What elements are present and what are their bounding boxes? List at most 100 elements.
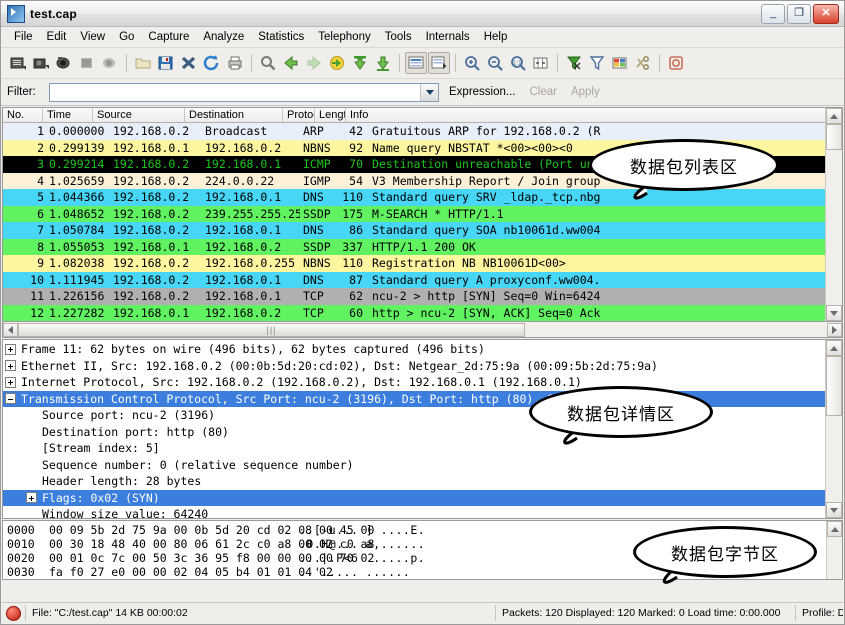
packet-list-vertical-scrollbar[interactable]	[825, 108, 842, 321]
table-row[interactable]: 8 1.055053 192.168.0.1 192.168.0.2 SSDP 337 HT…	[3, 238, 842, 255]
display-filter-icon[interactable]	[586, 52, 608, 74]
go-first-packet-icon[interactable]	[349, 52, 371, 74]
detail-tree-item[interactable]: Destination port: http (80)	[3, 424, 842, 441]
menu-edit[interactable]: Edit	[40, 29, 74, 45]
minimize-button[interactable]: _	[761, 3, 785, 24]
scrollbar-thumb[interactable]	[826, 124, 842, 150]
detail-tree-item[interactable]: Window size value: 64240	[3, 506, 842, 518]
capture-options-icon[interactable]	[30, 52, 52, 74]
help-icon[interactable]	[665, 52, 687, 74]
go-last-packet-icon[interactable]	[372, 52, 394, 74]
hex-dump-row[interactable]: 0020 00 01 0c 7c 00 50 3c 36 95 f8 00 00 …	[3, 551, 842, 565]
coloring-rules-icon[interactable]	[609, 52, 631, 74]
scroll-down-icon[interactable]	[826, 305, 842, 321]
filter-input[interactable]	[50, 83, 420, 101]
menu-tools[interactable]: Tools	[378, 29, 419, 45]
maximize-button[interactable]: ❐	[787, 3, 811, 24]
restart-capture-icon[interactable]	[99, 52, 121, 74]
zoom-in-icon[interactable]	[461, 52, 483, 74]
scroll-down-icon[interactable]	[826, 502, 842, 518]
packet-list-pane[interactable]: No. Time Source Destination Protocol Len…	[2, 107, 843, 322]
scroll-up-icon[interactable]	[826, 108, 842, 124]
scrollbar-track[interactable]	[826, 124, 842, 305]
menu-go[interactable]: Go	[112, 29, 141, 45]
expand-icon[interactable]	[26, 492, 37, 504]
column-header-protocol[interactable]: Protocol	[283, 108, 315, 122]
packet-list-horizontal-scrollbar[interactable]: |||	[2, 322, 843, 338]
detail-tree-item[interactable]: Source port: ncu-2 (3196)	[3, 407, 842, 424]
hex-dump-row[interactable]: 0010 00 30 18 48 40 00 80 06 61 2c c0 a8 …	[3, 537, 842, 551]
column-header-time[interactable]: Time	[43, 108, 93, 122]
packet-details-pane[interactable]: Frame 11: 62 bytes on wire (496 bits), 6…	[2, 339, 843, 519]
resize-columns-icon[interactable]	[530, 52, 552, 74]
capture-filter-icon[interactable]	[563, 52, 585, 74]
scroll-right-icon[interactable]	[827, 322, 842, 337]
table-row[interactable]: 7 1.050784 192.168.0.2 192.168.0.1 DNS 86 Stan…	[3, 222, 842, 239]
table-row[interactable]: 12 1.227282 192.168.0.1 192.168.0.2 TCP 60 htt…	[3, 304, 842, 321]
table-row[interactable]: 2 0.299139 192.168.0.1 192.168.0.2 NBNS 92 Nam…	[3, 139, 842, 156]
hex-dump-row[interactable]: 0030 fa f0 27 e0 00 00 02 04 05 b4 01 01 …	[3, 565, 842, 579]
packet-bytes-vertical-scrollbar[interactable]	[826, 521, 842, 579]
menu-statistics[interactable]: Statistics	[251, 29, 311, 45]
detail-tree-item[interactable]: Header length: 28 bytes	[3, 473, 842, 490]
scroll-left-icon[interactable]	[3, 322, 18, 337]
menu-view[interactable]: View	[73, 29, 112, 45]
table-row[interactable]: 1 0.000000 192.168.0.2 Broadcast ARP 42 Gratui…	[3, 123, 842, 140]
zoom-normal-icon[interactable]: 1:1	[507, 52, 529, 74]
detail-tree-item[interactable]: [Stream index: 5]	[3, 440, 842, 457]
detail-tree-item[interactable]: Ethernet II, Src: 192.168.0.2 (00:0b:5d:…	[3, 358, 842, 375]
packet-bytes-pane[interactable]: 0000 00 09 5b 2d 75 9a 00 0b 5d 20 cd 02 …	[2, 520, 843, 580]
column-header-no[interactable]: No.	[3, 108, 43, 122]
close-button[interactable]: ✕	[813, 3, 839, 24]
go-to-packet-icon[interactable]	[326, 52, 348, 74]
column-header-destination[interactable]: Destination	[185, 108, 283, 122]
preferences-icon[interactable]	[632, 52, 654, 74]
expand-icon[interactable]	[5, 360, 16, 372]
chevron-down-icon[interactable]	[420, 83, 438, 101]
hscroll-thumb[interactable]: |||	[18, 322, 525, 337]
table-row[interactable]: 4 1.025659 192.168.0.2 224.0.0.22 IGMP 54 V3 M…	[3, 172, 842, 189]
hex-dump-row[interactable]: 0000 00 09 5b 2d 75 9a 00 0b 5d 20 cd 02 …	[3, 523, 842, 537]
packet-details-vertical-scrollbar[interactable]	[825, 340, 842, 518]
table-row[interactable]: 10 1.111945 192.168.0.2 192.168.0.1 DNS 87 Sta…	[3, 271, 842, 288]
colorize-toggle-icon[interactable]	[405, 52, 427, 74]
go-forward-icon[interactable]	[303, 52, 325, 74]
table-row[interactable]: 6 1.048652 192.168.0.2 239.255.255.250 SSDP 1…	[3, 205, 842, 222]
expand-icon[interactable]	[5, 376, 16, 388]
start-capture-icon[interactable]	[53, 52, 75, 74]
table-row[interactable]: 11 1.226156 192.168.0.2 192.168.0.1 TCP 62 ncu…	[3, 288, 842, 305]
detail-tree-item[interactable]: Frame 11: 62 bytes on wire (496 bits), 6…	[3, 341, 842, 358]
menu-capture[interactable]: Capture	[141, 29, 196, 45]
detail-tree-item[interactable]: Transmission Control Protocol, Src Port:…	[3, 390, 842, 407]
menu-internals[interactable]: Internals	[419, 29, 477, 45]
detail-tree-item[interactable]: Sequence number: 0 (relative sequence nu…	[3, 457, 842, 474]
print-icon[interactable]	[224, 52, 246, 74]
table-row[interactable]: 5 1.044366 192.168.0.2 192.168.0.1 DNS 110 Sta…	[3, 189, 842, 206]
menu-help[interactable]: Help	[477, 29, 515, 45]
column-header-length[interactable]: Length	[315, 108, 346, 122]
reload-icon[interactable]	[201, 52, 223, 74]
close-file-icon[interactable]	[178, 52, 200, 74]
open-file-icon[interactable]	[132, 52, 154, 74]
detail-tree-item[interactable]: Internet Protocol, Src: 192.168.0.2 (192…	[3, 374, 842, 391]
zoom-out-icon[interactable]	[484, 52, 506, 74]
expand-icon[interactable]	[5, 343, 16, 355]
scroll-up-icon[interactable]	[827, 521, 842, 537]
detail-tree-item[interactable]: Flags: 0x02 (SYN)	[3, 489, 842, 506]
menu-analyze[interactable]: Analyze	[196, 29, 251, 45]
filter-combo[interactable]	[49, 82, 439, 102]
scrollbar-track[interactable]	[826, 356, 842, 502]
column-header-info[interactable]: Info	[346, 108, 842, 122]
save-file-icon[interactable]	[155, 52, 177, 74]
collapse-icon[interactable]	[5, 393, 16, 405]
clear-filter-button[interactable]: Clear	[525, 86, 560, 98]
go-back-icon[interactable]	[280, 52, 302, 74]
hscroll-track[interactable]: |||	[18, 322, 827, 337]
menu-telephony[interactable]: Telephony	[311, 29, 377, 45]
find-packet-icon[interactable]	[257, 52, 279, 74]
list-interfaces-icon[interactable]	[7, 52, 29, 74]
table-row[interactable]: 3 0.299214 192.168.0.2 192.168.0.1 ICMP 70 Des…	[3, 156, 842, 173]
expression-button[interactable]: Expression...	[445, 86, 519, 98]
scroll-up-icon[interactable]	[826, 340, 842, 356]
table-row[interactable]: 9 1.082038 192.168.0.2 192.168.0.255 NBNS 110…	[3, 255, 842, 272]
